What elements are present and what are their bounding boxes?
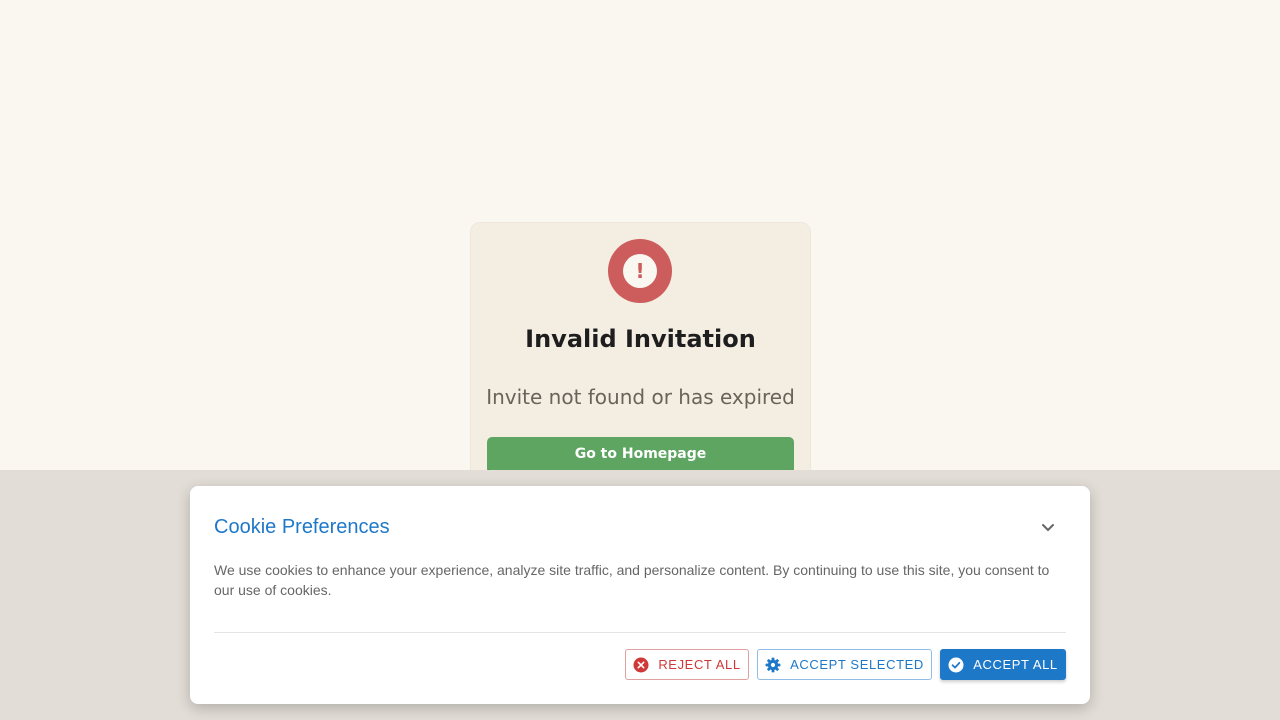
- invalid-invitation-card: ! Invalid Invitation Invite not found or…: [470, 222, 811, 512]
- exclamation-circle-icon: !: [608, 239, 672, 303]
- invite-message: Invite not found or has expired: [486, 385, 795, 409]
- reject-all-label: REJECT ALL: [658, 657, 741, 672]
- page: ! Invalid Invitation Invite not found or…: [0, 0, 1280, 720]
- chevron-down-icon: [1042, 524, 1054, 531]
- divider: [214, 632, 1066, 633]
- go-to-homepage-button[interactable]: Go to Homepage: [487, 437, 794, 473]
- invite-title: Invalid Invitation: [525, 325, 756, 353]
- reject-all-button[interactable]: REJECT ALL: [625, 649, 749, 680]
- close-circle-icon: [633, 657, 649, 672]
- check-circle-icon: [948, 657, 964, 672]
- cookie-preferences-panel: Cookie Preferences We use cookies to enh…: [190, 486, 1090, 704]
- expand-preferences-button[interactable]: [1036, 515, 1060, 539]
- accept-selected-button[interactable]: ACCEPT SELECTED: [757, 649, 932, 680]
- accept-all-label: ACCEPT ALL: [973, 657, 1058, 672]
- gear-icon: [765, 657, 781, 672]
- cookie-title: Cookie Preferences: [214, 516, 390, 538]
- accept-selected-label: ACCEPT SELECTED: [790, 657, 924, 672]
- accept-all-button[interactable]: ACCEPT ALL: [940, 649, 1066, 680]
- exclamation-mark: !: [623, 254, 657, 288]
- cookie-description: We use cookies to enhance your experienc…: [214, 562, 1050, 598]
